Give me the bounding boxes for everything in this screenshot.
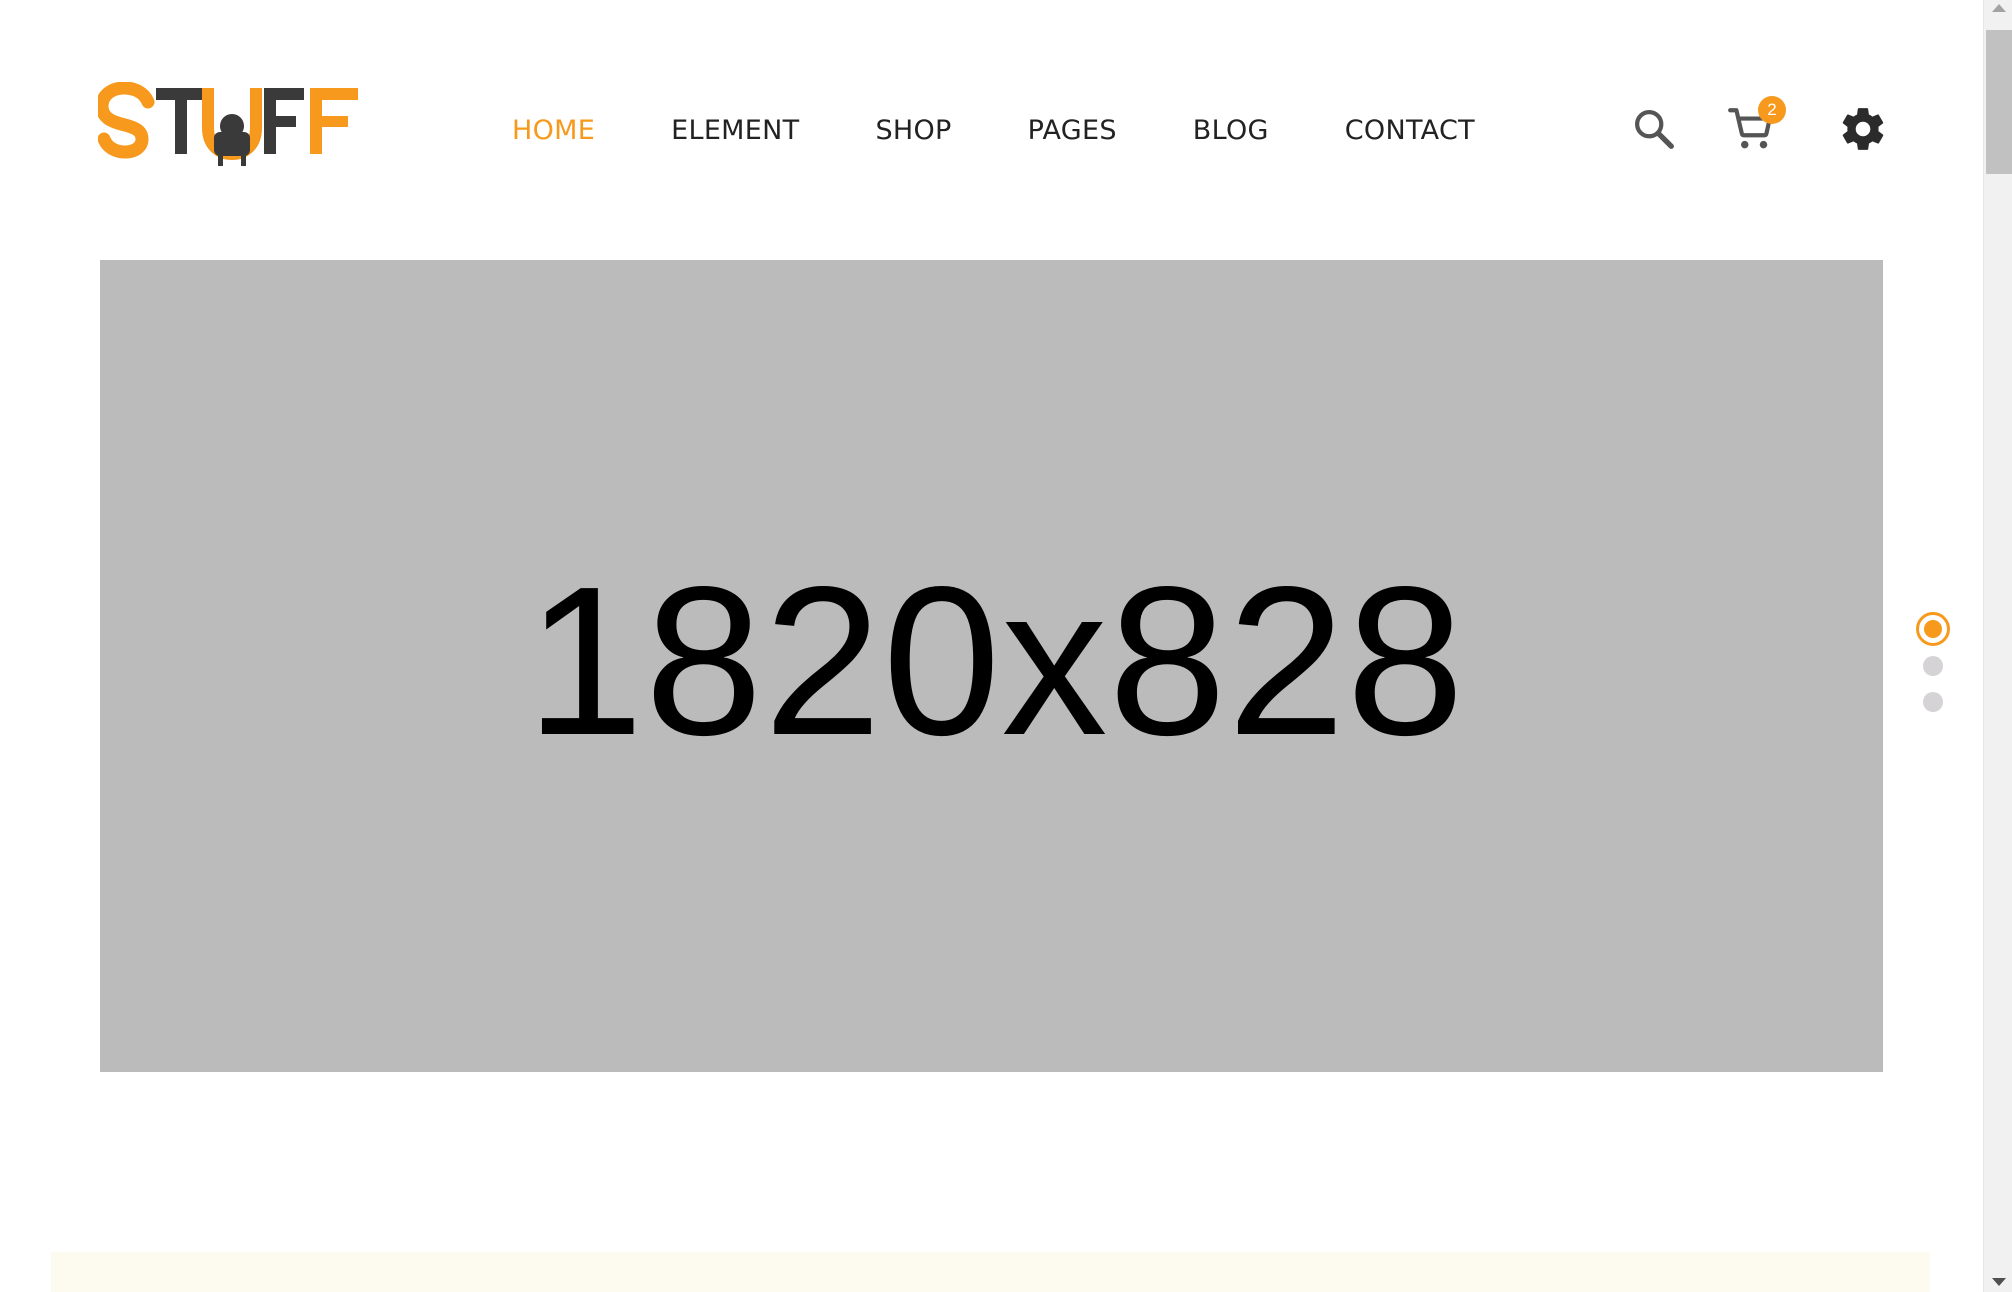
gear-icon[interactable] (1838, 104, 1888, 154)
main-nav: HOME ELEMENT SHOP PAGES BLOG CONTACT (512, 104, 1475, 156)
slider-dot-2[interactable] (1923, 656, 1943, 676)
nav-item-pages[interactable]: PAGES (1028, 115, 1117, 146)
scrollbar-thumb[interactable] (1986, 30, 2012, 174)
header-actions: 2 (1628, 96, 1888, 160)
nav-item-element[interactable]: ELEMENT (671, 115, 799, 146)
page-scrollbar[interactable] (1983, 0, 2012, 1292)
logo-mark (95, 81, 358, 166)
slider-dot-3[interactable] (1923, 692, 1943, 712)
slider-dot-1[interactable] (1916, 612, 1950, 646)
nav-item-blog[interactable]: BLOG (1193, 115, 1269, 146)
nav-item-shop[interactable]: SHOP (875, 115, 951, 146)
scroll-down-arrow-icon[interactable] (1992, 1278, 2006, 1286)
next-section-background (51, 1252, 1930, 1292)
cart-count-badge: 2 (1758, 96, 1786, 124)
search-icon[interactable] (1631, 106, 1677, 152)
hero-placeholder-text: 1820x828 (525, 542, 1466, 779)
site-logo[interactable] (95, 81, 362, 174)
page: HOME ELEMENT SHOP PAGES BLOG CONTACT 2 1… (0, 0, 2012, 1292)
hero-slide: 1820x828 (100, 260, 1883, 1072)
scroll-up-arrow-icon[interactable] (1992, 4, 2006, 12)
nav-item-home[interactable]: HOME (512, 115, 595, 146)
nav-item-contact[interactable]: CONTACT (1345, 115, 1475, 146)
